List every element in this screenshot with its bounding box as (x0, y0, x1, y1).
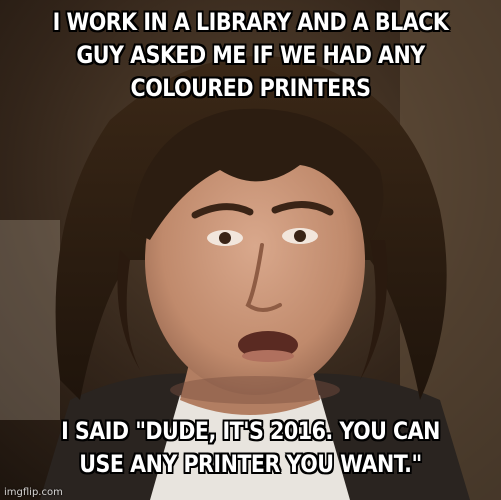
imgflip-watermark: imgflip.com (4, 487, 63, 498)
meme-image: I WORK IN A LIBRARY AND A BLACK GUY ASKE… (0, 0, 501, 500)
top-caption: I WORK IN A LIBRARY AND A BLACK GUY ASKE… (52, 8, 449, 102)
left-iris (219, 232, 231, 244)
right-iris (294, 230, 306, 242)
background-left-light (0, 220, 60, 420)
jaw-shadow (170, 376, 340, 404)
bottom-caption: I SAID "DUDE, IT'S 2016. YOU CAN USE ANY… (61, 417, 440, 478)
lower-lip (242, 350, 294, 362)
